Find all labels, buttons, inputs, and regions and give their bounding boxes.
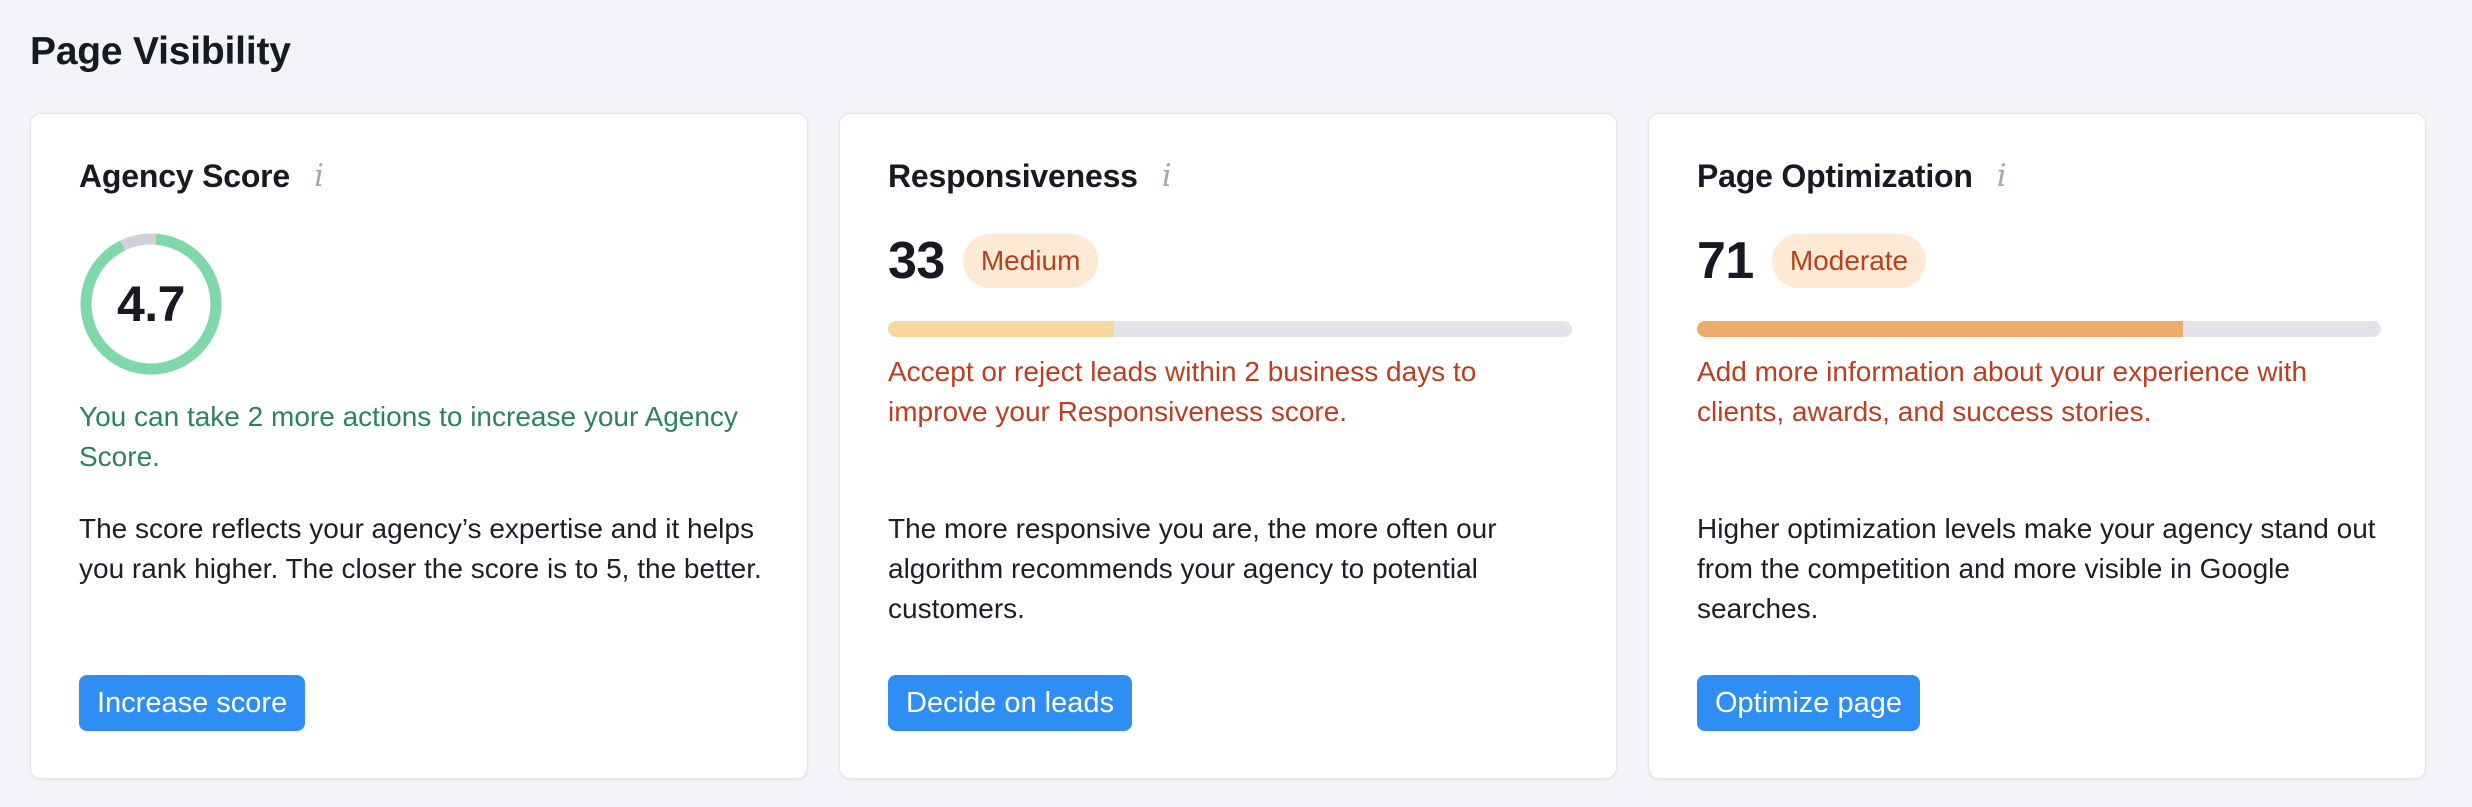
page-optimization-status-badge: Moderate (1771, 234, 1927, 288)
page-optimization-card: Page Optimization i 71 Moderate Add more… (1648, 113, 2426, 779)
responsiveness-score-row: 33 Medium (888, 231, 1099, 291)
agency-score-hint: You can take 2 more actions to increase … (79, 401, 738, 472)
responsiveness-card: Responsiveness i 33 Medium Accept or rej… (839, 113, 1617, 779)
page-optimization-title: Page Optimization (1697, 158, 1973, 194)
responsiveness-header: Responsiveness i (888, 158, 1176, 195)
agency-score-title: Agency Score (79, 158, 291, 194)
optimize-page-button[interactable]: Optimize page (1697, 675, 1920, 731)
responsiveness-status-badge: Medium (962, 234, 1099, 288)
info-icon[interactable]: i (1158, 161, 1176, 192)
increase-score-button[interactable]: Increase score (79, 675, 306, 731)
agency-score-card: Agency Score i 4.7 You can take 2 more a… (30, 113, 808, 779)
agency-score-value: 4.7 (116, 276, 186, 332)
page-optimization-progress-fill (1697, 321, 2183, 337)
page-title: Page Visibility (30, 30, 291, 73)
page-optimization-description: Higher optimization levels make your age… (1697, 513, 2376, 624)
page-optimization-header: Page Optimization i (1697, 158, 2011, 195)
info-icon[interactable]: i (310, 161, 328, 192)
page-optimization-score: 71 (1697, 232, 1754, 290)
responsiveness-hint: Accept or reject leads within 2 business… (888, 356, 1477, 427)
page-optimization-hint: Add more information about your experien… (1697, 356, 2308, 427)
agency-score-gauge: 4.7 (79, 232, 223, 376)
agency-score-description: The score reflects your agency’s experti… (79, 513, 762, 584)
responsiveness-progress-fill (888, 321, 1114, 337)
agency-score-header: Agency Score i (79, 158, 328, 195)
responsiveness-title: Responsiveness (888, 158, 1138, 194)
decide-on-leads-button[interactable]: Decide on leads (888, 675, 1132, 731)
responsiveness-score: 33 (888, 232, 945, 290)
page-optimization-score-row: 71 Moderate (1697, 231, 1927, 291)
info-icon[interactable]: i (1993, 161, 2011, 192)
responsiveness-description: The more responsive you are, the more of… (888, 513, 1497, 624)
page-optimization-progress-bar (1697, 321, 2381, 337)
responsiveness-progress-bar (888, 321, 1572, 337)
